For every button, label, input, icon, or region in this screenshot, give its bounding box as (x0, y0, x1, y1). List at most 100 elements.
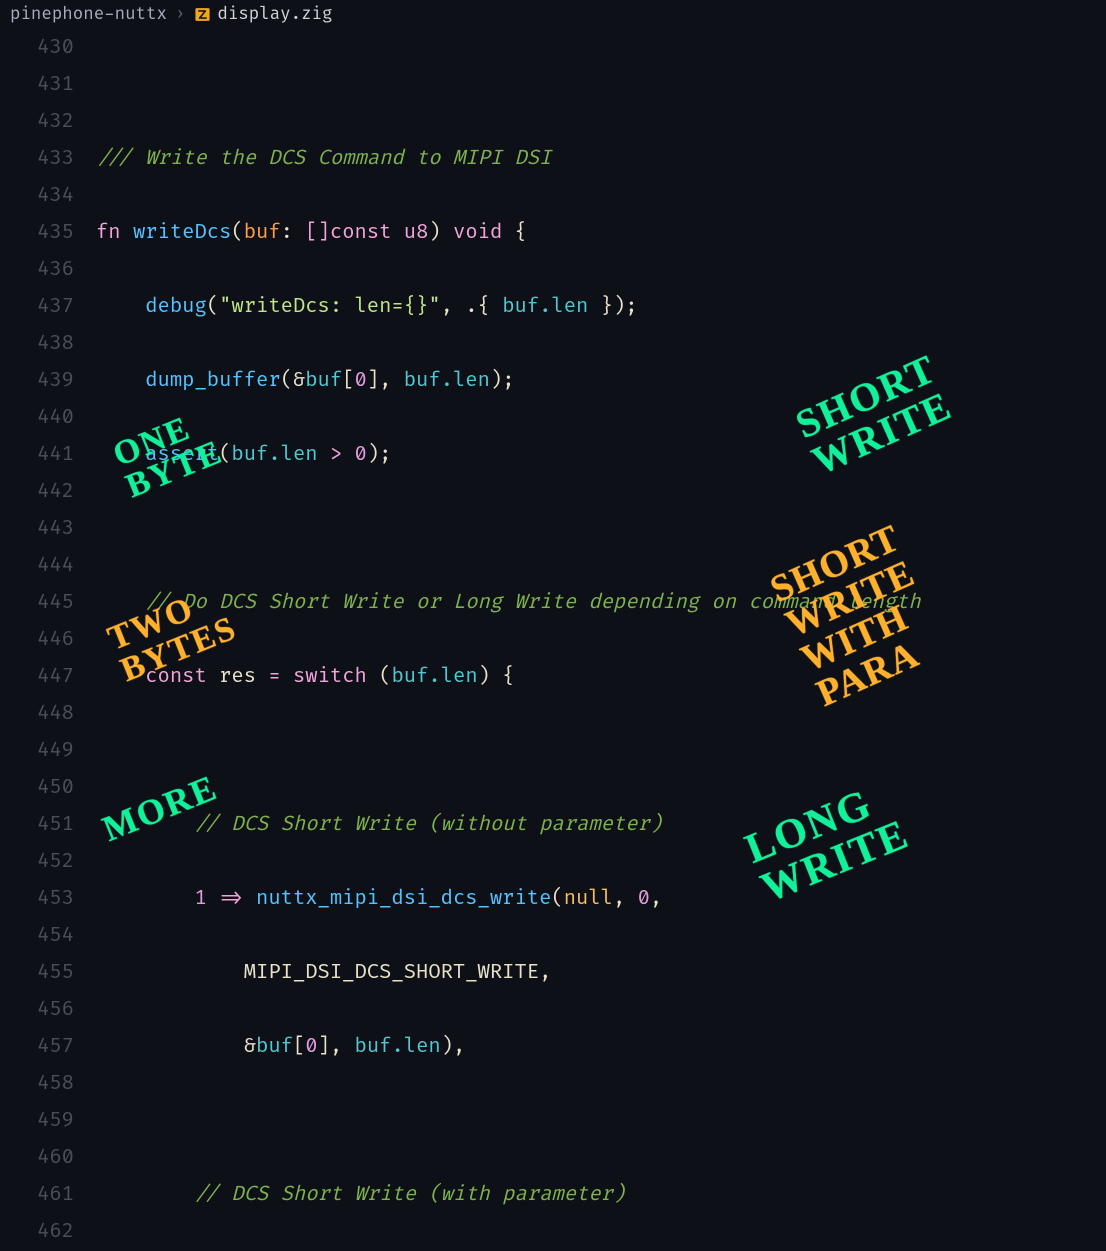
line-number: 462 (0, 1214, 74, 1251)
prop: .len (391, 1035, 440, 1059)
line-number: 452 (0, 844, 74, 881)
line-number: 439 (0, 363, 74, 400)
punct: ], (367, 369, 404, 393)
comment: // Do DCS Short Write or Long Write depe… (145, 591, 920, 615)
macro-const: MIPI_DSI_DCS_SHORT_WRITE (244, 961, 539, 985)
line-number: 446 (0, 622, 74, 659)
line-number: 436 (0, 252, 74, 289)
line-number: 458 (0, 1066, 74, 1103)
line-number: 449 (0, 733, 74, 770)
line-number: 434 (0, 178, 74, 215)
amp: & (244, 1035, 256, 1059)
line-number: 430 (0, 30, 74, 67)
func-name: writeDcs (133, 221, 231, 245)
keyword-switch: switch (293, 665, 367, 689)
line-number: 437 (0, 289, 74, 326)
line-number: 447 (0, 659, 74, 696)
doc-comment: /// Write the DCS Command to MIPI DSI (96, 147, 551, 171)
prop: .len (268, 443, 317, 467)
line-number: 456 (0, 992, 74, 1029)
breadcrumb-file[interactable]: display.zig (217, 4, 332, 25)
punct: ); (367, 443, 392, 467)
punct: }); (588, 295, 637, 319)
arrow: => (207, 887, 256, 911)
paren: ( (219, 443, 231, 467)
ident: buf (391, 665, 428, 689)
punct: (& (281, 369, 306, 393)
line-number: 444 (0, 548, 74, 585)
comment: // DCS Short Write (without parameter) (194, 813, 662, 837)
line-number: 433 (0, 141, 74, 178)
param: buf (244, 221, 281, 245)
bracket: [ (342, 369, 354, 393)
number: 0 (355, 369, 367, 393)
keyword-fn: fn (96, 221, 121, 245)
punct: ], (318, 1035, 355, 1059)
prop: .len (428, 665, 477, 689)
line-number: 431 (0, 67, 74, 104)
comma: , (613, 887, 638, 911)
op: > (318, 443, 355, 467)
line-number: 455 (0, 955, 74, 992)
line-number: 443 (0, 511, 74, 548)
line-number: 441 (0, 437, 74, 474)
brace: { (502, 221, 527, 245)
line-number: 459 (0, 1103, 74, 1140)
line-number: 445 (0, 585, 74, 622)
breadcrumb: pinephone-nuttx › display.zig (0, 0, 1106, 30)
line-number: 457 (0, 1029, 74, 1066)
paren: ( (367, 665, 392, 689)
number: 0 (305, 1035, 317, 1059)
line-number: 440 (0, 400, 74, 437)
punct: , .{ (441, 295, 503, 319)
paren: ( (551, 887, 563, 911)
line-number: 451 (0, 807, 74, 844)
return-type: void (453, 221, 502, 245)
line-number: 442 (0, 474, 74, 511)
call-dump-buffer: dump_buffer (145, 369, 280, 393)
call-assert: assert (145, 443, 219, 467)
gutter-line-numbers: 4304314324334344354364374384394404414424… (0, 30, 96, 1240)
line-number: 450 (0, 770, 74, 807)
line-number: 432 (0, 104, 74, 141)
bracket: [ (293, 1035, 305, 1059)
editor[interactable]: 4304314324334344354364374384394404414424… (0, 30, 1106, 1240)
ident: buf (502, 295, 539, 319)
ident: buf (404, 369, 441, 393)
ident: buf (231, 443, 268, 467)
prop: .len (441, 369, 490, 393)
keyword-const: const (145, 665, 207, 689)
line-number: 448 (0, 696, 74, 733)
call-debug: debug (145, 295, 207, 319)
line-number: 453 (0, 881, 74, 918)
comma: , (539, 961, 551, 985)
line-number: 461 (0, 1177, 74, 1214)
case-number: 1 (194, 887, 206, 911)
comment: // DCS Short Write (with parameter) (194, 1183, 625, 1207)
comma: , (650, 887, 662, 911)
line-number: 435 (0, 215, 74, 252)
null: null (564, 887, 613, 911)
line-number: 454 (0, 918, 74, 955)
number: 0 (355, 443, 367, 467)
breadcrumb-folder[interactable]: pinephone-nuttx (10, 4, 167, 25)
type: [] (305, 221, 330, 245)
ident: res (219, 665, 256, 689)
ident: buf (305, 369, 342, 393)
type-u8: u8 (404, 221, 429, 245)
string: "writeDcs: len={}" (219, 295, 441, 319)
code-area[interactable]: /// Write the DCS Command to MIPI DSI fn… (96, 30, 1106, 1240)
ident: buf (355, 1035, 392, 1059)
zig-file-icon (193, 6, 211, 24)
call: nuttx_mipi_dsi_dcs_write (256, 887, 551, 911)
brace: ) { (478, 665, 515, 689)
ident: buf (256, 1035, 293, 1059)
number: 0 (638, 887, 650, 911)
line-number: 460 (0, 1140, 74, 1177)
breadcrumb-sep: › (175, 4, 185, 25)
op: = (256, 665, 293, 689)
prop: .len (539, 295, 588, 319)
line-number: 438 (0, 326, 74, 363)
keyword-const: const (330, 221, 404, 245)
punct: ), (441, 1035, 466, 1059)
